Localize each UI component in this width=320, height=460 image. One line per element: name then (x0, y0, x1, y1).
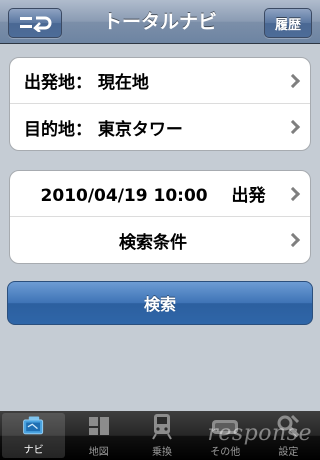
options-group: 2010/04/19 10:00 出発 検索条件 (9, 170, 311, 264)
train-icon (152, 414, 172, 440)
destination-value: 東京タワー (97, 119, 183, 140)
tab-map[interactable]: 地図 (67, 411, 130, 460)
tab-settings[interactable]: 設定 (257, 411, 320, 460)
history-button[interactable]: 履歴 (264, 8, 312, 38)
search-button[interactable]: 検索 (7, 281, 313, 325)
tab-label: 設定 (278, 447, 299, 458)
tab-label: ナビ (23, 445, 44, 456)
settings-icon (277, 414, 300, 438)
tab-bar: ナビ 地図 乗換 その他 設定 response (0, 411, 320, 460)
datetime-row[interactable]: 2010/04/19 10:00 出発 (10, 171, 310, 217)
origin-value: 現在地 (97, 73, 149, 93)
tab-label: 地図 (88, 447, 109, 458)
map-icon (88, 417, 109, 435)
tab-other[interactable]: その他 (194, 411, 257, 460)
chevron-right-icon (285, 119, 301, 135)
route-group: 出発地： 現在地 目的地： 東京タワー (9, 57, 311, 151)
chevron-right-icon (285, 73, 301, 88)
tab-label: その他 (210, 447, 241, 458)
etc-icon (212, 420, 239, 434)
destination-row[interactable]: 目的地： 東京タワー (10, 104, 310, 150)
datetime-value: 2010/04/19 10:00 (40, 186, 208, 206)
origin-label: 出発地： (24, 73, 92, 93)
search-conditions-row[interactable]: 検索条件 (10, 217, 310, 263)
origin-row[interactable]: 出発地： 現在地 (10, 58, 310, 104)
destination-label: 目的地： (24, 119, 92, 140)
search-conditions-label: 検索条件 (119, 232, 187, 253)
tab-navi[interactable]: ナビ (2, 413, 66, 458)
navi-icon (22, 416, 43, 435)
navigation-bar: トータルナビ 履歴 (0, 0, 320, 44)
tab-transfer[interactable]: 乗換 (130, 411, 193, 460)
datetime-type: 出発 (231, 186, 266, 206)
tab-label: 乗換 (152, 447, 172, 458)
